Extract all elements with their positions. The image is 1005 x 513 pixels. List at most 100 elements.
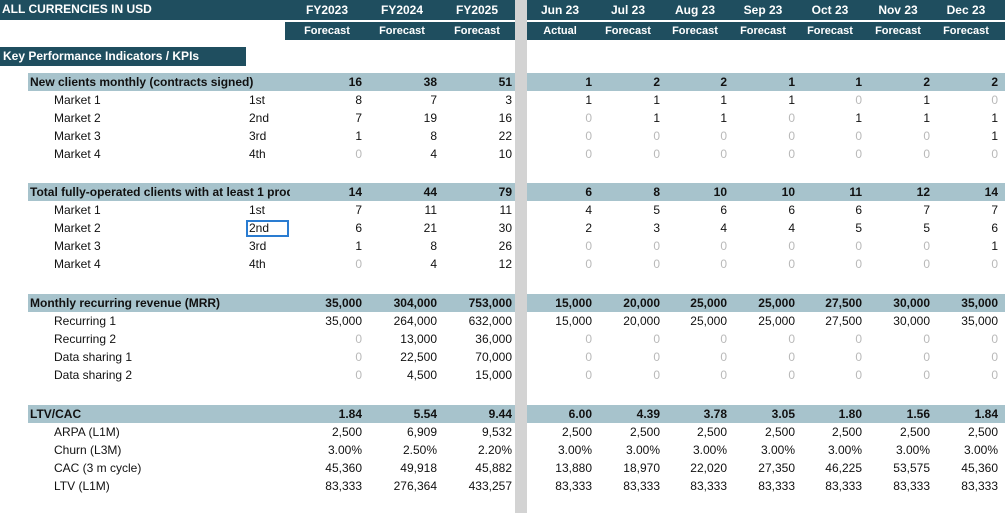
section-month-total[interactable]: 1.56 [866,405,930,423]
month-value[interactable]: 3.00% [596,441,660,459]
fy-value[interactable]: 7 [292,201,362,219]
fy-value[interactable]: 26 [442,237,512,255]
month-sub-header[interactable]: Forecast [731,22,795,40]
section-month-total[interactable]: 10 [663,183,727,201]
fy-value[interactable]: 0 [292,255,362,273]
month-value[interactable]: 0 [528,127,592,145]
month-value[interactable]: 0 [731,109,795,127]
month-value[interactable]: 35,000 [934,312,998,330]
month-value[interactable]: 5 [798,219,862,237]
month-value[interactable]: 0 [596,366,660,384]
section-month-total[interactable]: 27,500 [798,294,862,312]
month-value[interactable]: 0 [866,366,930,384]
section-title[interactable]: Total fully-operated clients with at lea… [30,183,290,201]
section-fy-total[interactable]: 79 [442,183,512,201]
fy-sub-header[interactable]: Forecast [367,22,437,40]
month-value[interactable]: 20,000 [596,312,660,330]
fy-value[interactable]: 264,000 [367,312,437,330]
section-month-total[interactable]: 35,000 [934,294,998,312]
month-value[interactable]: 25,000 [663,312,727,330]
month-header[interactable]: Oct 23 [798,0,862,20]
month-value[interactable]: 2,500 [596,423,660,441]
section-month-total[interactable]: 1.84 [934,405,998,423]
month-value[interactable]: 4 [663,219,727,237]
month-value[interactable]: 0 [934,330,998,348]
section-fy-total[interactable]: 1.84 [292,405,362,423]
month-value[interactable]: 7 [866,201,930,219]
row-label[interactable]: Market 3 [54,237,244,255]
month-value[interactable]: 0 [934,145,998,163]
section-month-total[interactable]: 14 [934,183,998,201]
fy-value[interactable]: 30 [442,219,512,237]
month-value[interactable]: 83,333 [596,477,660,495]
section-month-total[interactable]: 25,000 [731,294,795,312]
month-value[interactable]: 0 [798,127,862,145]
month-value[interactable]: 83,333 [866,477,930,495]
fy-value[interactable]: 19 [367,109,437,127]
section-fy-total[interactable]: 35,000 [292,294,362,312]
fy-value[interactable]: 13,000 [367,330,437,348]
month-header[interactable]: Jul 23 [596,0,660,20]
row-label[interactable]: Market 1 [54,201,244,219]
fy-value[interactable]: 36,000 [442,330,512,348]
month-value[interactable]: 0 [528,366,592,384]
section-month-total[interactable]: 2 [934,73,998,91]
month-value[interactable]: 3.00% [528,441,592,459]
month-value[interactable]: 0 [934,255,998,273]
month-value[interactable]: 0 [663,145,727,163]
month-value[interactable]: 18,970 [596,459,660,477]
row-label[interactable]: Market 4 [54,255,244,273]
fy-value[interactable]: 0 [292,348,362,366]
month-value[interactable]: 3.00% [866,441,930,459]
row-tag[interactable]: 2nd [249,109,289,127]
section-month-total[interactable]: 2 [596,73,660,91]
month-value[interactable]: 83,333 [798,477,862,495]
month-header[interactable]: Sep 23 [731,0,795,20]
section-month-total[interactable]: 2 [663,73,727,91]
month-value[interactable]: 1 [798,109,862,127]
fy-value[interactable]: 15,000 [442,366,512,384]
month-header[interactable]: Nov 23 [866,0,930,20]
fy-header[interactable]: FY2024 [367,0,437,20]
month-value[interactable]: 2,500 [866,423,930,441]
month-value[interactable]: 3 [596,219,660,237]
month-header[interactable]: Aug 23 [663,0,727,20]
fy-sub-header[interactable]: Forecast [292,22,362,40]
row-label[interactable]: Churn (L3M) [54,441,244,459]
fy-value[interactable]: 1 [292,127,362,145]
month-value[interactable]: 0 [934,91,998,109]
fy-value[interactable]: 12 [442,255,512,273]
month-value[interactable]: 7 [934,201,998,219]
fy-value[interactable]: 45,360 [292,459,362,477]
month-sub-header[interactable]: Forecast [596,22,660,40]
fy-value[interactable]: 70,000 [442,348,512,366]
month-value[interactable]: 46,225 [798,459,862,477]
fy-value[interactable]: 3 [442,91,512,109]
month-sub-header[interactable]: Forecast [866,22,930,40]
section-fy-total[interactable]: 304,000 [367,294,437,312]
fy-value[interactable]: 4 [367,255,437,273]
month-value[interactable]: 5 [596,201,660,219]
fy-value[interactable]: 35,000 [292,312,362,330]
month-value[interactable]: 0 [731,348,795,366]
fy-value[interactable]: 4 [367,145,437,163]
section-month-total[interactable]: 8 [596,183,660,201]
row-tag[interactable]: 3rd [249,127,289,145]
kpi-title[interactable]: Key Performance Indicators / KPIs [0,47,246,66]
month-value[interactable]: 1 [596,109,660,127]
section-fy-total[interactable]: 38 [367,73,437,91]
month-value[interactable]: 1 [596,91,660,109]
fy-value[interactable]: 0 [292,366,362,384]
month-value[interactable]: 0 [528,237,592,255]
month-value[interactable]: 0 [596,145,660,163]
month-value[interactable]: 3.00% [934,441,998,459]
month-value[interactable]: 5 [866,219,930,237]
month-value[interactable]: 1 [934,109,998,127]
fy-value[interactable]: 3.00% [292,441,362,459]
fy-value[interactable]: 0 [292,330,362,348]
row-tag[interactable]: 4th [249,255,289,273]
section-month-total[interactable]: 12 [866,183,930,201]
row-tag[interactable]: 4th [249,145,289,163]
month-value[interactable]: 2,500 [731,423,795,441]
section-title[interactable]: Monthly recurring revenue (MRR) [30,294,290,312]
